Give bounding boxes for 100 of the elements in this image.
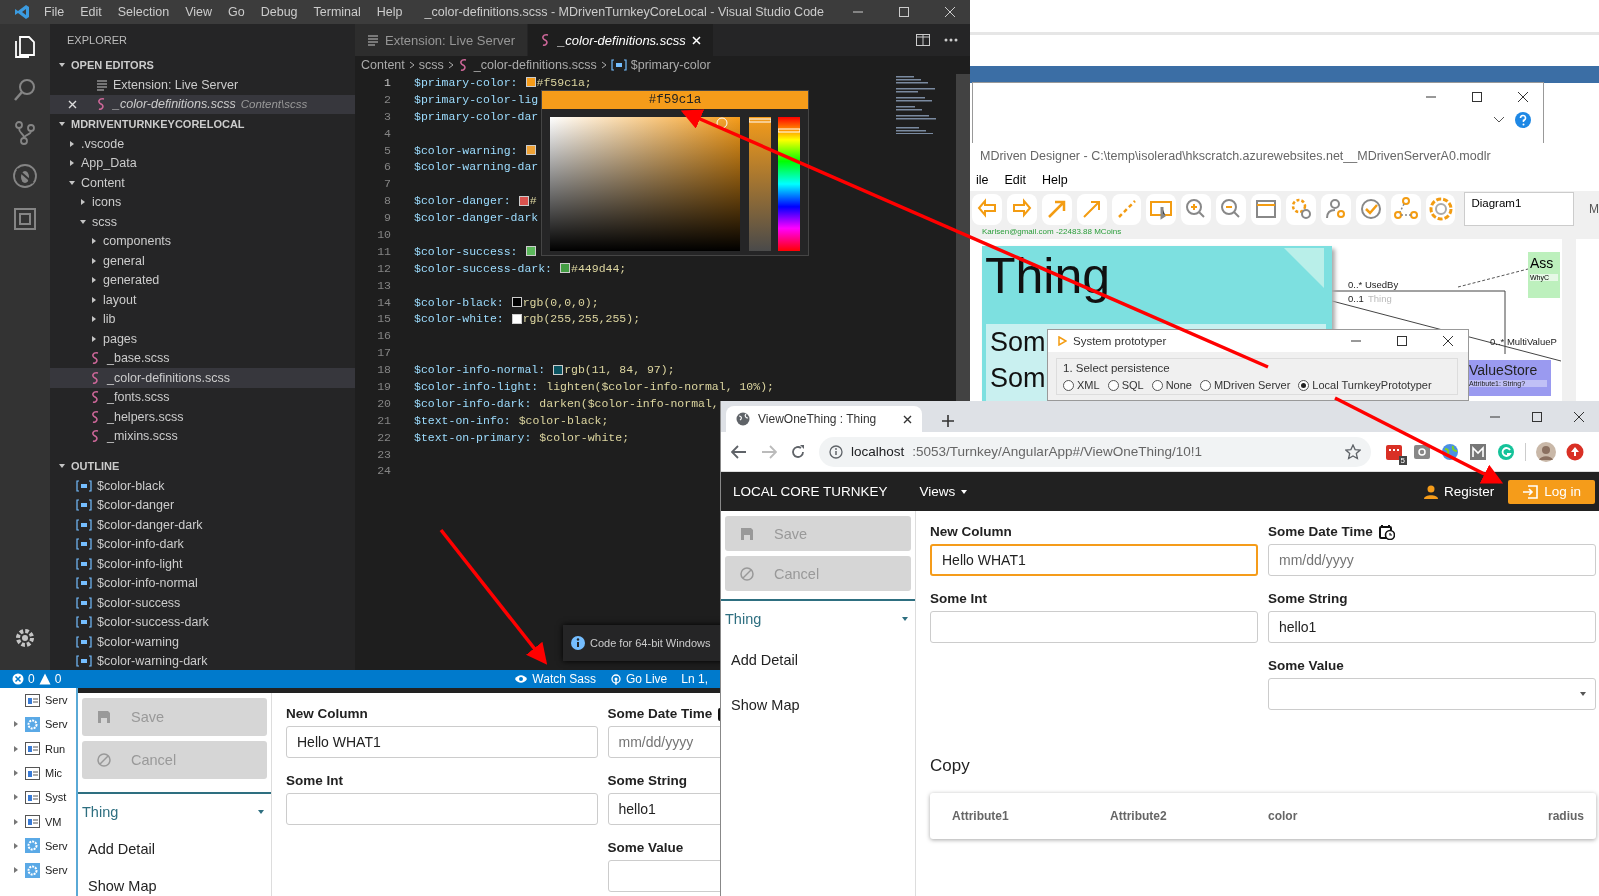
open-editor-item[interactable]: Extension: Live Server <box>113 77 239 92</box>
menu-item[interactable]: File <box>36 5 73 19</box>
sidebar-link[interactable]: Show Map <box>82 870 267 896</box>
outline-item[interactable]: $color-success-dark <box>97 615 209 630</box>
section-header[interactable]: MDRIVENTURNKEYCORELOCAL <box>71 118 245 130</box>
file-tree-item[interactable]: scss <box>50 212 355 232</box>
tree-item[interactable]: Mic <box>45 767 63 780</box>
browser-tab[interactable]: ViewOneThing : Thing <box>726 406 922 432</box>
sidebar-link[interactable]: Add Detail <box>725 640 911 680</box>
tree-item[interactable]: Serv <box>45 864 68 877</box>
menu-item[interactable]: View <box>177 5 220 19</box>
error-count[interactable]: 0 <box>28 672 35 686</box>
toolbar-button[interactable] <box>1425 193 1456 225</box>
outline-item[interactable]: $color-info-light <box>97 556 183 571</box>
toolbar-button[interactable] <box>1006 193 1037 225</box>
toolbar-button[interactable] <box>1355 193 1386 225</box>
brand-name[interactable]: LOCAL CORE TURNKEY <box>733 484 888 499</box>
text-field[interactable] <box>286 793 598 825</box>
file-tree-item[interactable]: layout <box>50 290 355 310</box>
toolbar-button[interactable] <box>972 193 1002 225</box>
menu-item[interactable]: Selection <box>109 5 178 19</box>
outline-item[interactable]: $color-warning <box>97 634 179 649</box>
toolbar-button[interactable] <box>1286 193 1316 225</box>
text-field[interactable]: hello1 <box>607 793 720 825</box>
outline-item[interactable]: $color-info-normal <box>97 576 198 591</box>
color-swatch[interactable] <box>560 263 571 274</box>
date-field[interactable]: mm/dd/yyyy <box>607 726 720 758</box>
file-tree-item[interactable]: lib <box>50 309 355 329</box>
file-tree-item[interactable]: _fonts.scss <box>50 387 355 407</box>
tree-item[interactable]: VM <box>45 815 62 828</box>
breadcrumb-item[interactable]: Content <box>361 58 405 72</box>
color-swatch[interactable] <box>553 364 564 375</box>
file-tree-item[interactable]: App_Data <box>50 153 355 173</box>
open-editor-item[interactable]: _color-definitions.scss <box>113 97 236 112</box>
select-field[interactable] <box>1268 678 1596 710</box>
file-tree-item[interactable]: Content <box>50 173 355 193</box>
text-field[interactable]: Hello WHAT1 <box>286 726 598 758</box>
breadcrumb-item[interactable]: scss <box>418 58 444 72</box>
toolbar-button[interactable] <box>1111 193 1142 225</box>
file-tree-item[interactable]: icons <box>50 192 355 212</box>
editor-tab[interactable]: Extension: Live Server <box>355 24 528 56</box>
radio-label[interactable]: XML <box>1077 379 1100 391</box>
file-tree-item[interactable]: .vscode <box>50 134 355 154</box>
file-tree-item[interactable]: _base.scss <box>50 348 355 368</box>
color-swatch[interactable] <box>525 246 536 257</box>
text-field[interactable] <box>930 611 1258 643</box>
section-title[interactable]: Thing <box>82 804 119 820</box>
outline-item[interactable]: $color-info-dark <box>97 537 184 552</box>
radio-label[interactable]: MDriven Server <box>1213 379 1291 391</box>
outline-item[interactable]: $color-success <box>97 595 181 610</box>
color-swatch[interactable] <box>511 297 522 307</box>
section-title[interactable]: Thing <box>725 611 762 627</box>
toolbar-button[interactable] <box>1181 193 1212 225</box>
text-field[interactable]: Hello WHAT1 <box>930 544 1258 576</box>
sidebar-link[interactable]: Show Map <box>725 685 911 725</box>
toolbar-button[interactable] <box>1216 193 1247 225</box>
editor-tab[interactable]: _color-definitions.scss <box>528 24 713 56</box>
views-menu[interactable]: Views <box>913 483 975 500</box>
toolbar-button[interactable] <box>1076 193 1107 225</box>
status-item[interactable]: Go Live <box>609 672 668 686</box>
file-tree-item[interactable]: _mixins.scss <box>50 426 355 446</box>
opacity-strip[interactable] <box>749 117 771 251</box>
toolbar-button[interactable] <box>1146 193 1177 225</box>
file-tree-item[interactable]: pages <box>50 329 355 349</box>
menu-item[interactable]: ile <box>976 173 989 187</box>
color-swatch[interactable] <box>525 145 536 155</box>
menu-item[interactable]: Terminal <box>305 5 369 19</box>
file-tree-item[interactable]: components <box>50 231 355 251</box>
date-field[interactable]: mm/dd/yyyy <box>1268 544 1596 576</box>
saturation-area[interactable] <box>550 117 742 251</box>
file-tree-item[interactable]: _color-definitions.scss <box>50 368 355 388</box>
scrollbar[interactable] <box>1562 239 1576 401</box>
status-item[interactable]: Watch Sass <box>514 672 596 686</box>
hue-strip[interactable] <box>778 117 800 251</box>
menu-item[interactable]: Debug <box>252 5 306 19</box>
toolbar-button[interactable] <box>1251 193 1281 225</box>
menu-item[interactable]: Edit <box>1004 173 1027 187</box>
tree-item[interactable]: Run <box>45 742 66 755</box>
address-bar[interactable]: localhost :5053/Turnkey/AngularApp#/ViewOneThing/10!1 <box>819 436 1371 467</box>
tree-item[interactable]: Syst <box>45 791 67 804</box>
text-field[interactable]: hello1 <box>1268 611 1596 643</box>
section-header[interactable]: OPEN EDITORS <box>71 59 154 71</box>
warning-count[interactable]: 0 <box>54 672 62 686</box>
menu-item[interactable]: Help <box>368 5 411 19</box>
status-item[interactable]: Ln 1, <box>681 672 708 686</box>
toolbar-button[interactable] <box>1041 193 1072 225</box>
file-tree-item[interactable]: _helpers.scss <box>50 407 355 427</box>
color-swatch[interactable] <box>525 77 536 88</box>
radio-label[interactable]: SQL <box>1121 379 1144 391</box>
color-swatch[interactable] <box>518 195 529 206</box>
outline-item[interactable]: $color-warning-dark <box>97 654 208 669</box>
color-swatch[interactable] <box>511 313 522 324</box>
radio-label[interactable]: None <box>1165 379 1192 391</box>
radio-button[interactable] <box>1298 379 1310 391</box>
section-header[interactable]: OUTLINE <box>71 460 120 472</box>
radio-button[interactable] <box>1063 379 1074 391</box>
panel-tab[interactable]: M <box>1589 202 1599 216</box>
sidebar-link[interactable]: Add Detail <box>82 833 267 865</box>
diagram-field[interactable]: Diagram1 <box>1464 192 1575 226</box>
file-tree-item[interactable]: general <box>50 251 355 271</box>
